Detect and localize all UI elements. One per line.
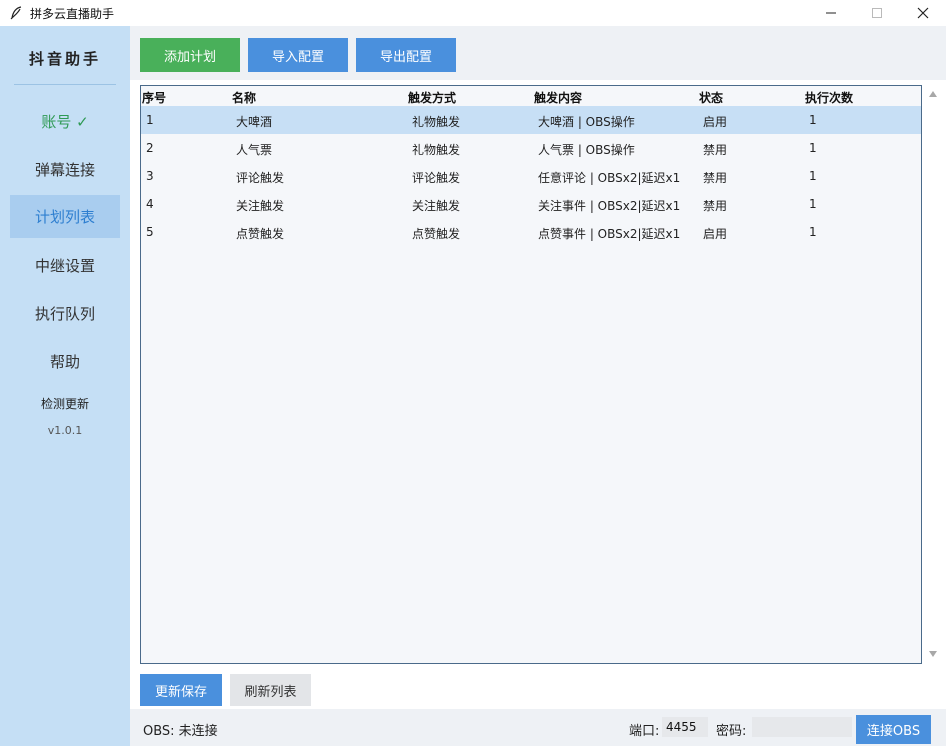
column-header[interactable]: 名称: [232, 89, 256, 106]
feather-icon: [9, 6, 23, 20]
cell-exec-count: 1: [809, 197, 817, 211]
cell-exec-count: 1: [809, 141, 817, 155]
cell-trigger-type: 点赞触发: [412, 227, 461, 241]
check-update-link[interactable]: 检测更新: [0, 395, 130, 412]
scroll-arrows-icon: [929, 91, 937, 657]
export-config-button[interactable]: 导出配置: [356, 38, 456, 72]
cell-name: 人气票: [236, 143, 273, 157]
table-actions: 更新保存 刷新列表: [130, 669, 946, 709]
cell-status: 禁用: [703, 143, 728, 157]
table-header: 序号 名称 触发方式 触发内容 状态 执行次数: [141, 86, 921, 106]
sidebar-item-relay[interactable]: 中继设置: [10, 244, 120, 287]
table-row[interactable]: 2 人气票 礼物触发 人气票 | OBS操作 禁用 1: [141, 134, 921, 162]
cell-index: 5: [146, 225, 154, 239]
add-plan-button[interactable]: 添加计划: [140, 38, 240, 72]
cell-status: 启用: [703, 115, 728, 129]
cell-exec-count: 1: [809, 169, 817, 183]
maximize-button[interactable]: [854, 0, 900, 26]
brand-divider: [14, 84, 116, 85]
close-icon: [917, 7, 929, 19]
sidebar-item-help[interactable]: 帮助: [10, 340, 120, 383]
cell-trigger-content: 点赞事件 | OBSx2|延迟x1: [538, 227, 681, 241]
obs-status-text: OBS: 未连接: [143, 724, 218, 739]
cell-exec-count: 1: [809, 113, 817, 127]
close-button[interactable]: [900, 0, 946, 26]
password-label: 密码:: [716, 724, 747, 739]
column-header[interactable]: 序号: [142, 89, 166, 106]
cell-index: 2: [146, 141, 154, 155]
plan-table[interactable]: 序号 名称 触发方式 触发内容 状态 执行次数 1 大啤酒 礼物触发 大啤酒 |…: [140, 85, 922, 664]
cell-index: 1: [146, 113, 154, 127]
window-title: 拼多云直播助手: [30, 6, 115, 21]
vertical-scrollbar[interactable]: [926, 85, 940, 664]
sidebar-item-account[interactable]: 账号 ✓: [10, 100, 120, 143]
table-area: 序号 名称 触发方式 触发内容 状态 执行次数 1 大啤酒 礼物触发 大啤酒 |…: [130, 80, 946, 709]
cell-trigger-content: 大啤酒 | OBS操作: [538, 115, 635, 129]
cell-trigger-type: 礼物触发: [412, 143, 461, 157]
column-header[interactable]: 状态: [699, 89, 723, 106]
main-panel: 添加计划 导入配置 导出配置 序号 名称 触发方式 触发内容 状态 执行次数 1…: [130, 26, 946, 746]
cell-trigger-type: 礼物触发: [412, 115, 461, 129]
cell-trigger-content: 人气票 | OBS操作: [538, 143, 635, 157]
sidebar-item-plan-list[interactable]: 计划列表: [10, 195, 120, 238]
cell-status: 禁用: [703, 171, 728, 185]
cell-trigger-type: 评论触发: [412, 171, 461, 185]
cell-index: 3: [146, 169, 154, 183]
table-row[interactable]: 1 大啤酒 礼物触发 大啤酒 | OBS操作 启用 1: [141, 106, 921, 134]
table-row[interactable]: 5 点赞触发 点赞触发 点赞事件 | OBSx2|延迟x1 启用 1: [141, 218, 921, 246]
title-bar: 拼多云直播助手: [0, 0, 946, 26]
table-row[interactable]: 3 评论触发 评论触发 任意评论 | OBSx2|延迟x1 禁用 1: [141, 162, 921, 190]
version-label: v1.0.1: [47, 424, 83, 437]
column-header[interactable]: 触发方式: [408, 89, 456, 106]
column-header[interactable]: 触发内容: [534, 89, 582, 106]
table-row[interactable]: 4 关注触发 关注触发 关注事件 | OBSx2|延迟x1 禁用 1: [141, 190, 921, 218]
cell-trigger-content: 关注事件 | OBSx2|延迟x1: [538, 199, 681, 213]
cell-trigger-type: 关注触发: [412, 199, 461, 213]
cell-index: 4: [146, 197, 154, 211]
maximize-icon: [872, 8, 882, 18]
cell-name: 关注触发: [236, 199, 285, 213]
cell-name: 点赞触发: [236, 227, 285, 241]
password-input[interactable]: [752, 717, 852, 737]
brand-title: 抖音助手: [28, 50, 101, 68]
sidebar-item-danmaku[interactable]: 弹幕连接: [10, 148, 120, 191]
minimize-icon: [826, 12, 836, 14]
cell-status: 禁用: [703, 199, 728, 213]
sidebar-item-queue[interactable]: 执行队列: [10, 292, 120, 335]
refresh-button[interactable]: 刷新列表: [230, 674, 311, 706]
sidebar: 抖音助手 账号 ✓ 弹幕连接 计划列表 中继设置 执行队列 帮助 检测更新 v1…: [0, 26, 130, 746]
import-config-button[interactable]: 导入配置: [248, 38, 348, 72]
minimize-button[interactable]: [808, 0, 854, 26]
port-input[interactable]: [662, 717, 708, 737]
port-label: 端口:: [629, 724, 660, 739]
cell-name: 评论触发: [236, 171, 285, 185]
status-bar: OBS: 未连接 端口: 密码: 连接OBS: [130, 709, 946, 746]
toolbar: 添加计划 导入配置 导出配置: [130, 26, 946, 80]
cell-name: 大啤酒: [236, 115, 273, 129]
cell-status: 启用: [703, 227, 728, 241]
column-header[interactable]: 执行次数: [805, 89, 853, 106]
cell-trigger-content: 任意评论 | OBSx2|延迟x1: [538, 171, 681, 185]
connect-obs-button[interactable]: 连接OBS: [856, 715, 931, 744]
cell-exec-count: 1: [809, 225, 817, 239]
save-button[interactable]: 更新保存: [140, 674, 222, 706]
